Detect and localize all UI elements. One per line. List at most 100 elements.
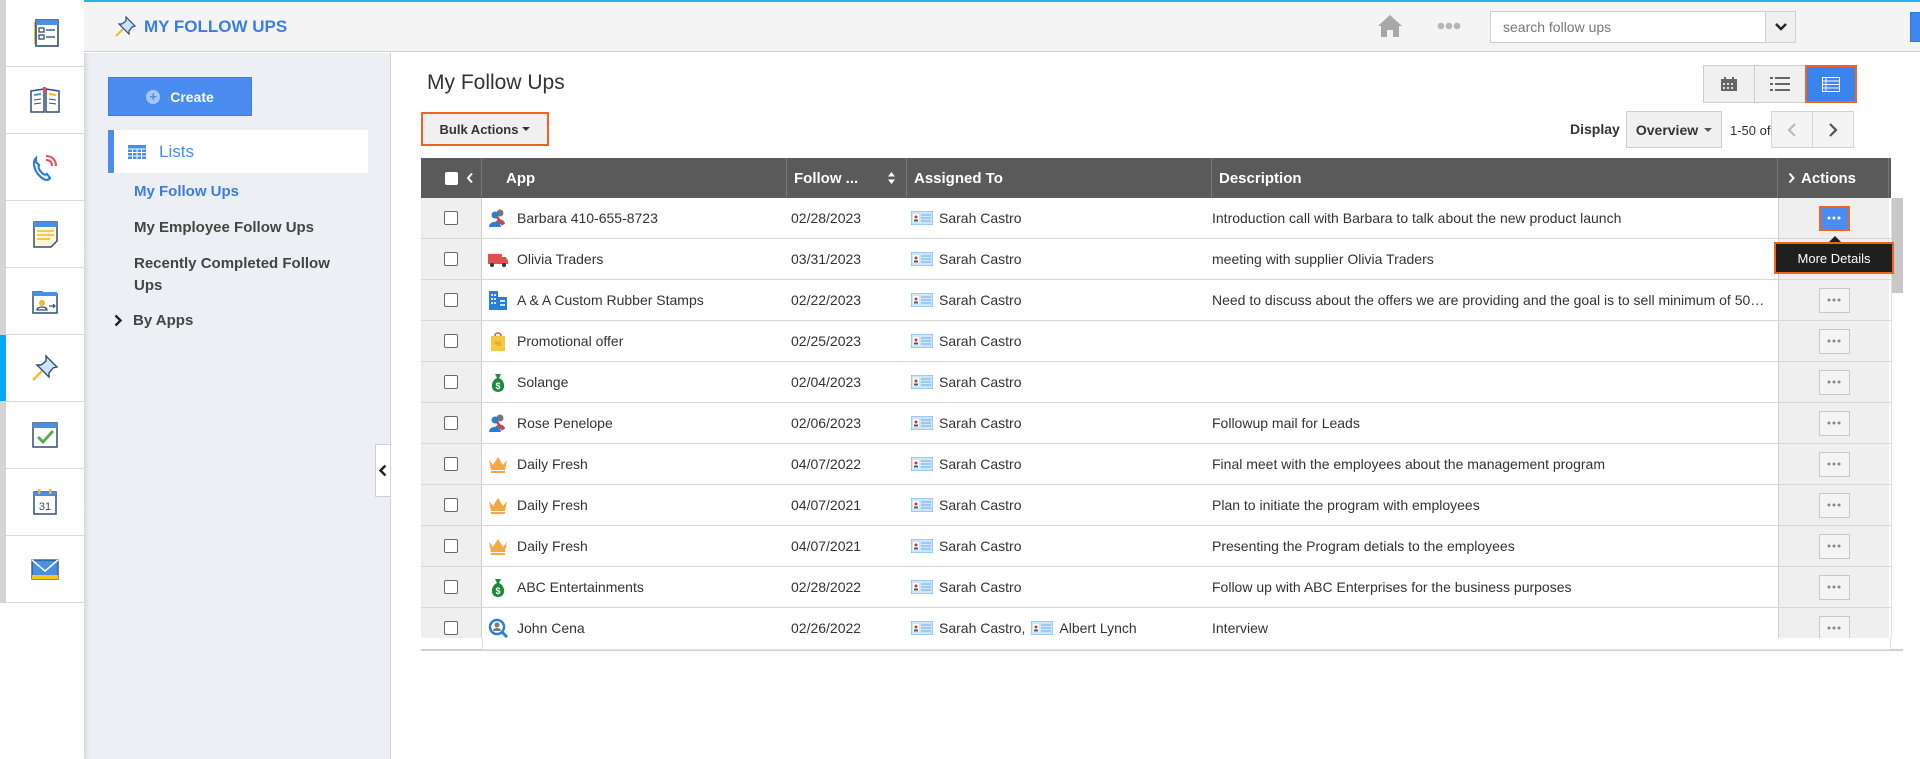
more-options-button[interactable]: [1434, 15, 1464, 37]
home-icon[interactable]: [1376, 13, 1404, 39]
app-record-name[interactable]: Barbara 410-655-8723: [517, 210, 658, 226]
bulk-actions-button[interactable]: Bulk Actions: [421, 112, 549, 146]
next-page-button[interactable]: [1812, 111, 1854, 148]
select-all-checkbox[interactable]: [445, 171, 458, 185]
previous-page-button[interactable]: [1771, 111, 1813, 148]
search-input[interactable]: [1491, 12, 1761, 42]
rail-item-knowledge[interactable]: [6, 67, 84, 134]
expand-columns-icon[interactable]: [1788, 172, 1795, 184]
table-row[interactable]: John Cena 02/26/2022 Sarah Castro, Albert L…: [421, 608, 1891, 638]
app-record-name[interactable]: Promotional offer: [517, 333, 623, 349]
table-row[interactable]: Daily Fresh 04/07/2021 Sarah Castro Plan to…: [421, 485, 1891, 526]
rail-item-follow-ups[interactable]: [0, 335, 84, 402]
row-checkbox[interactable]: [444, 334, 458, 348]
column-header-app[interactable]: App: [482, 158, 787, 198]
table-row[interactable]: Daily Fresh 04/07/2021 Sarah Castro Present…: [421, 526, 1891, 567]
rail-item-calls[interactable]: [6, 134, 84, 201]
row-checkbox[interactable]: [444, 252, 458, 266]
horizontal-scrollbar[interactable]: [482, 638, 1891, 650]
more-details-button[interactable]: [1818, 287, 1850, 313]
collapse-columns-icon[interactable]: [466, 172, 474, 184]
table-row[interactable]: A & A Custom Rubber Stamps 02/22/2023 Sara…: [421, 280, 1891, 321]
table-row[interactable]: Barbara 410-655-8723 02/28/2023 Sarah Cast…: [421, 198, 1891, 239]
column-header-description[interactable]: Description: [1212, 158, 1778, 198]
app-record-name[interactable]: ABC Entertainments: [517, 579, 644, 595]
app-record-name[interactable]: A & A Custom Rubber Stamps: [517, 292, 704, 308]
app-cell[interactable]: $ Solange: [487, 362, 787, 402]
table-row[interactable]: Daily Fresh 04/07/2022 Sarah Castro Final m…: [421, 444, 1891, 485]
more-details-button[interactable]: [1818, 205, 1850, 231]
row-checkbox[interactable]: [444, 375, 458, 389]
list-view-button[interactable]: [1754, 65, 1806, 103]
rail-item-tasks[interactable]: [6, 402, 84, 469]
app-record-name[interactable]: Daily Fresh: [517, 456, 588, 472]
rail-item-calendar[interactable]: 31: [6, 469, 84, 536]
search-button[interactable]: [1910, 12, 1920, 42]
sidebar-item-my-follow-ups[interactable]: My Follow Ups: [134, 181, 354, 203]
more-details-button[interactable]: [1818, 410, 1850, 436]
app-cell[interactable]: John Cena: [487, 608, 787, 638]
row-checkbox[interactable]: [444, 416, 458, 430]
assignee-name[interactable]: Sarah Castro: [939, 497, 1021, 513]
more-details-button[interactable]: [1818, 533, 1850, 559]
row-checkbox[interactable]: [444, 211, 458, 225]
app-cell[interactable]: Rose Penelope: [487, 403, 787, 443]
app-cell[interactable]: Daily Fresh: [487, 444, 787, 484]
more-details-button[interactable]: [1818, 492, 1850, 518]
search-options-dropdown[interactable]: [1765, 12, 1795, 42]
assignee-name[interactable]: Sarah Castro: [939, 579, 1021, 595]
table-row[interactable]: Olivia Traders 03/31/2023 Sarah Castro meet…: [421, 239, 1891, 280]
app-cell[interactable]: Daily Fresh: [487, 485, 787, 525]
more-details-button[interactable]: [1818, 574, 1850, 600]
assignee-name[interactable]: Sarah Castro,: [939, 620, 1025, 636]
app-cell[interactable]: A & A Custom Rubber Stamps: [487, 280, 787, 320]
assignee-name[interactable]: Sarah Castro: [939, 374, 1021, 390]
rail-item-mail[interactable]: [6, 536, 84, 603]
column-header-actions[interactable]: Actions: [1778, 158, 1889, 198]
app-cell[interactable]: % Promotional offer: [487, 321, 787, 361]
collapse-sidebar-button[interactable]: [375, 444, 390, 497]
table-row[interactable]: $ ABC Entertainments 02/28/2022 Sarah Castr…: [421, 567, 1891, 608]
app-record-name[interactable]: Daily Fresh: [517, 497, 588, 513]
more-details-button[interactable]: [1818, 451, 1850, 477]
app-record-name[interactable]: John Cena: [517, 620, 585, 636]
sidebar-item-by-apps[interactable]: By Apps: [114, 312, 193, 329]
assignee-name[interactable]: Sarah Castro: [939, 210, 1021, 226]
row-checkbox[interactable]: [444, 580, 458, 594]
assignee-name[interactable]: Sarah Castro: [939, 251, 1021, 267]
sidebar-item-my-employee-follow-ups[interactable]: My Employee Follow Ups: [134, 217, 354, 239]
more-details-button[interactable]: [1818, 369, 1850, 395]
app-record-name[interactable]: Rose Penelope: [517, 415, 613, 431]
assignee-name[interactable]: Sarah Castro: [939, 333, 1021, 349]
table-row[interactable]: Rose Penelope 02/06/2023 Sarah Castro Follo…: [421, 403, 1891, 444]
row-checkbox[interactable]: [444, 498, 458, 512]
more-details-button[interactable]: [1818, 615, 1850, 638]
more-details-button[interactable]: [1818, 328, 1850, 354]
sidebar-item-recently-completed[interactable]: Recently Completed Follow Ups: [134, 253, 354, 297]
app-cell[interactable]: Daily Fresh: [487, 526, 787, 566]
grid-view-button[interactable]: [1805, 65, 1857, 103]
row-checkbox[interactable]: [444, 621, 458, 635]
app-record-name[interactable]: Solange: [517, 374, 568, 390]
app-cell[interactable]: Olivia Traders: [487, 239, 787, 279]
rail-item-contacts[interactable]: [6, 268, 84, 335]
assignee-name[interactable]: Sarah Castro: [939, 456, 1021, 472]
column-header-assigned-to[interactable]: Assigned To: [907, 158, 1212, 198]
column-header-follow-up[interactable]: Follow ...: [787, 158, 907, 198]
assignee-name[interactable]: Sarah Castro: [939, 415, 1021, 431]
lists-section-header[interactable]: Lists: [108, 130, 368, 173]
table-row[interactable]: % Promotional offer 02/25/2023 Sarah Castro: [421, 321, 1891, 362]
assignee-name[interactable]: Sarah Castro: [939, 538, 1021, 554]
assignee-name[interactable]: Sarah Castro: [939, 292, 1021, 308]
app-cell[interactable]: $ ABC Entertainments: [487, 567, 787, 607]
rail-item-notes[interactable]: [6, 201, 84, 268]
table-row[interactable]: $ Solange 02/04/2023 Sarah Castro: [421, 362, 1891, 403]
row-checkbox[interactable]: [444, 293, 458, 307]
rail-item-forms[interactable]: [6, 0, 84, 67]
calendar-view-button[interactable]: [1703, 65, 1755, 103]
assignee-name[interactable]: Albert Lynch: [1059, 620, 1136, 636]
app-cell[interactable]: Barbara 410-655-8723: [487, 198, 787, 238]
app-record-name[interactable]: Olivia Traders: [517, 251, 603, 267]
row-checkbox[interactable]: [444, 457, 458, 471]
app-record-name[interactable]: Daily Fresh: [517, 538, 588, 554]
